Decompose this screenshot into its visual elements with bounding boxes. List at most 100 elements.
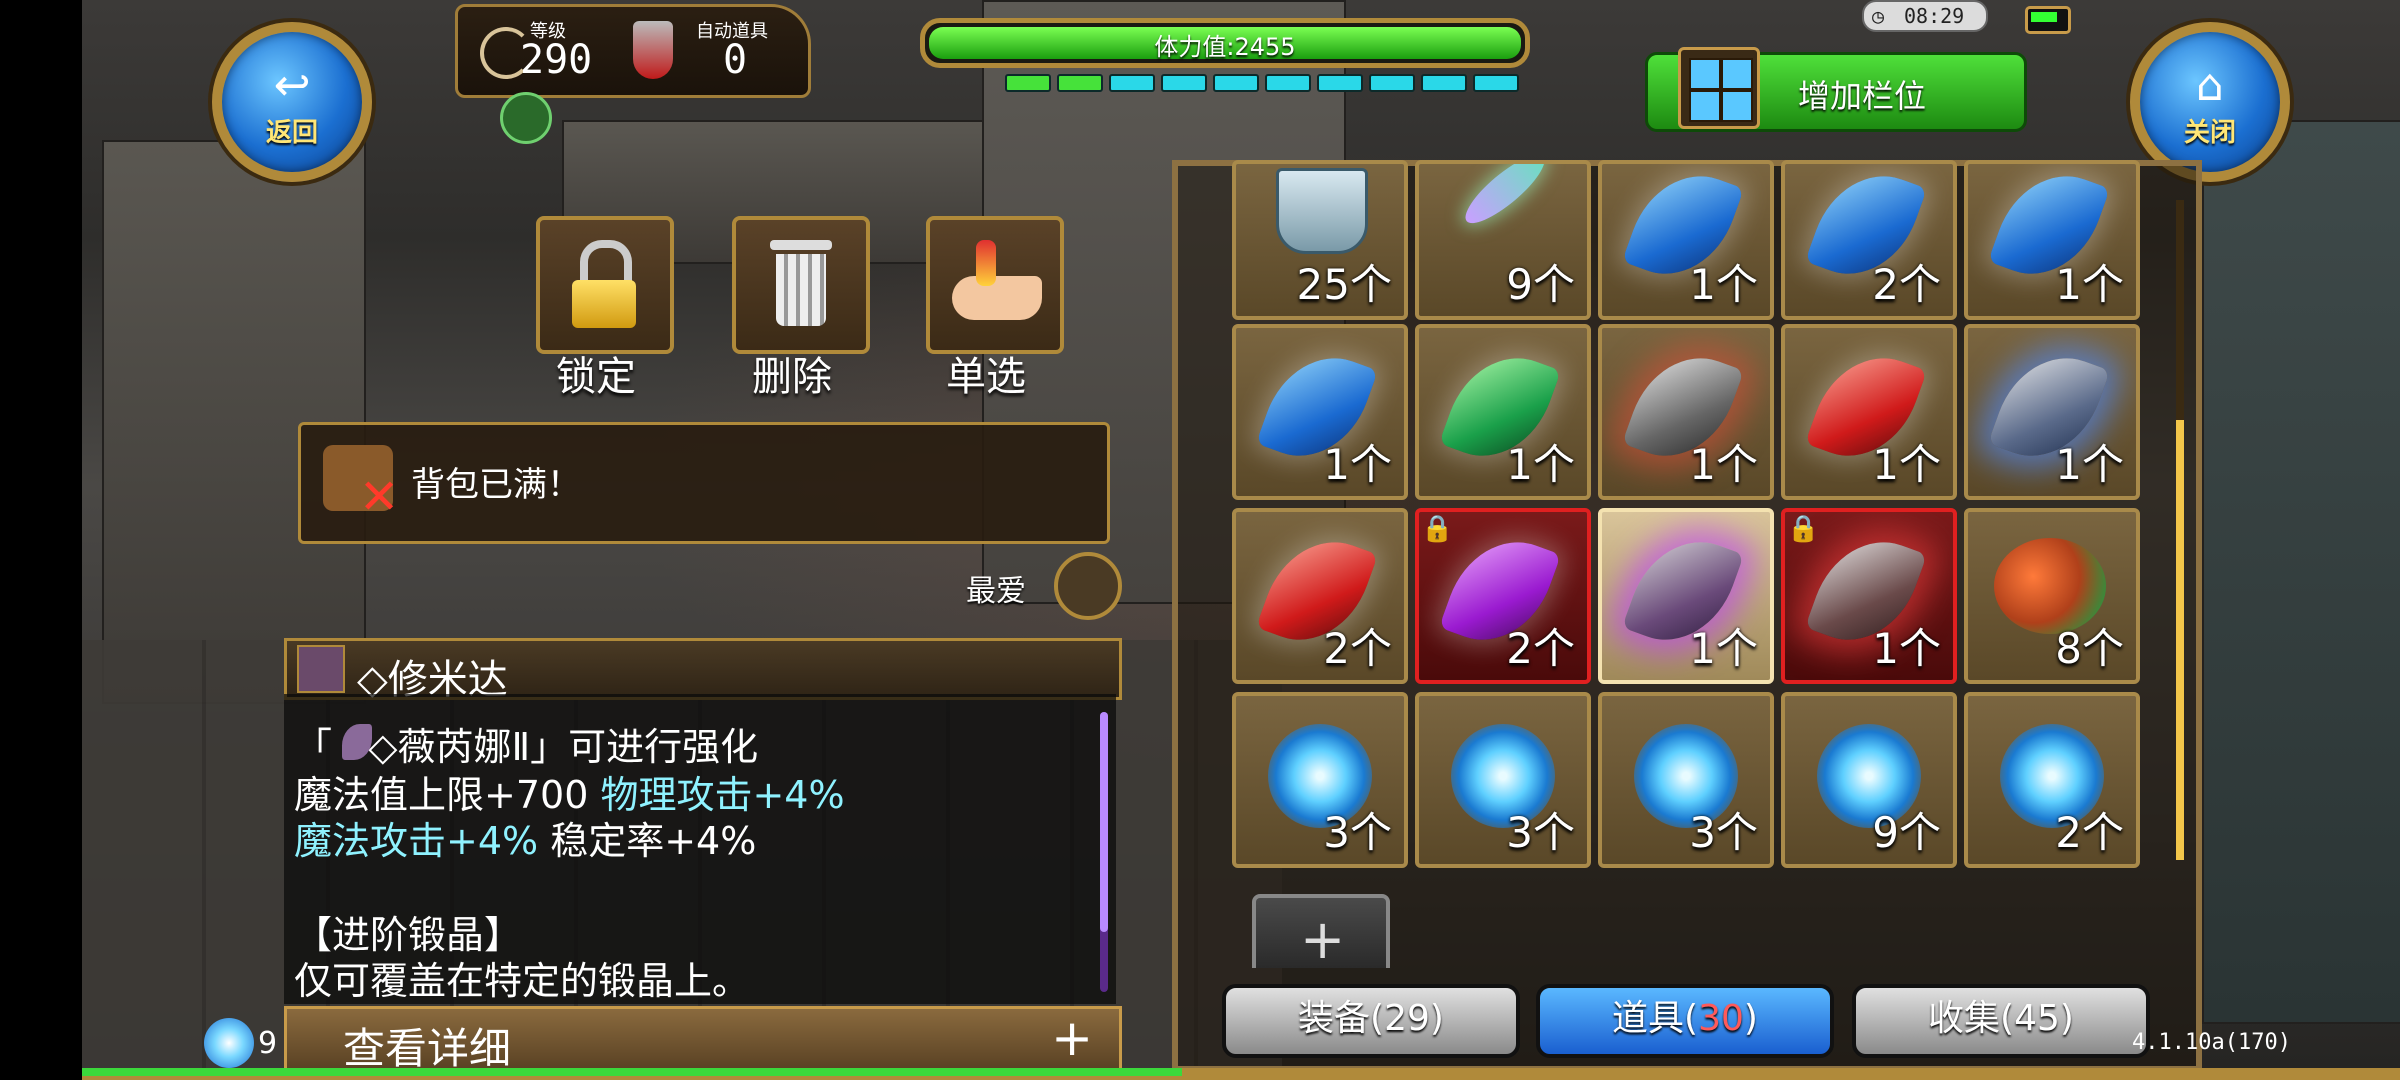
add-slot-button[interactable]: 增加栏位 [1645, 47, 2027, 132]
item-count: 3个 [1323, 808, 1392, 857]
inventory-slot[interactable]: 3个 [1232, 692, 1408, 868]
inventory-slot[interactable]: 1个 [1964, 160, 2140, 320]
inventory-slot[interactable]: 9个 [1781, 692, 1957, 868]
item-count: 2个 [1872, 260, 1941, 309]
single-select-button[interactable] [926, 216, 1064, 354]
inventory-slot[interactable]: 8个 [1964, 508, 2140, 684]
lock-icon: 🔒 [1421, 514, 1454, 544]
item-count: 1个 [1689, 624, 1758, 673]
item-count: 9个 [1506, 260, 1575, 309]
close-label: 关闭 [2183, 118, 2236, 148]
item-count: 25个 [1296, 260, 1392, 309]
message-box: ✕ 背包已满！ [298, 422, 1110, 544]
item-count: 1个 [1323, 440, 1392, 489]
bag-full-icon: ✕ [323, 445, 399, 525]
desc-line-5: 仅可覆盖在特定的锻晶上。 [294, 959, 751, 1003]
stamina-bar: 体力值:2455 [920, 18, 1530, 68]
grid-plus-icon [1678, 47, 1760, 129]
item-count: 8个 [2055, 624, 2124, 673]
item-count: 1个 [1872, 440, 1941, 489]
bucket-icon [1276, 168, 1368, 254]
tab-collection[interactable]: 收集(45) [1852, 984, 2150, 1058]
add-row-button[interactable]: + [1252, 894, 1390, 971]
item-count: 1个 [1689, 440, 1758, 489]
close-button[interactable]: ⌂ 关闭 [2130, 22, 2290, 182]
inventory-slot[interactable]: 1个 [1781, 324, 1957, 500]
lock-button[interactable] [536, 216, 674, 354]
energy-segment [1421, 74, 1467, 92]
view-details-label: 查看详细 [343, 1024, 512, 1073]
inventory-slot[interactable]: 3个 [1598, 692, 1774, 868]
exp-bar [82, 1068, 1182, 1076]
bag-status-icon[interactable] [500, 92, 552, 144]
item-count: 9个 [1872, 808, 1941, 857]
item-count: 2个 [1323, 624, 1392, 673]
item-description: 「 ◇薇芮娜Ⅱ」可进行强化 魔法值上限+700 物理攻击+4% 魔法攻击+4% … [284, 694, 1116, 1004]
battery-icon [2025, 6, 2071, 34]
inventory-slot[interactable]: 1个 [1598, 508, 1774, 684]
desc-mag-atk: 魔法攻击+4% [294, 819, 539, 863]
inventory-slot[interactable]: 9个 [1415, 160, 1591, 320]
favorite-label: 最爱 [966, 574, 1026, 609]
item-count: 3个 [1689, 808, 1758, 857]
favorite-toggle[interactable] [1054, 552, 1122, 620]
inventory-slot[interactable]: 1个 [1598, 324, 1774, 500]
hand-icon [952, 276, 1042, 320]
item-crystal-icon [297, 645, 345, 693]
tab-equipment[interactable]: 装备(29) [1222, 984, 1520, 1058]
inventory-slot[interactable]: 2个 [1781, 160, 1957, 320]
inventory-slot[interactable]: 1个 [1598, 160, 1774, 320]
inventory-slot[interactable]: 2个 [1964, 692, 2140, 868]
item-count: 1个 [2055, 260, 2124, 309]
item-count: 2个 [1506, 624, 1575, 673]
energy-segment [1317, 74, 1363, 92]
auto-item-value: 0 [723, 37, 748, 83]
alarm-icon: ◷ [1872, 4, 1885, 28]
tab-items-suffix: ) [1743, 998, 1758, 1039]
lock-label: 锁定 [556, 354, 636, 400]
version-text: 4.1.10a(170) [2132, 1030, 2291, 1055]
level-value: 290 [520, 37, 593, 83]
inventory-slot[interactable]: 1个 [1232, 324, 1408, 500]
back-label: 返回 [265, 118, 318, 148]
message-text: 背包已满！ [411, 465, 581, 505]
tab-items[interactable]: 道具(30) [1536, 984, 1834, 1058]
inventory-slot[interactable]: 🔒 2个 [1415, 508, 1591, 684]
energy-segment [1109, 74, 1155, 92]
inventory-slot[interactable]: 3个 [1415, 692, 1591, 868]
inventory-slot[interactable]: 1个 [1964, 324, 2140, 500]
description-scrollbar[interactable] [1100, 712, 1108, 992]
sword-icon [1457, 164, 1553, 233]
player-status-panel: 等级 290 自动道具 0 [455, 4, 811, 98]
inventory-slot[interactable]: 🔒 1个 [1781, 508, 1957, 684]
inventory-slot[interactable]: 25个 [1232, 160, 1408, 320]
clock-pill: ◷ 08:29 [1862, 0, 1988, 32]
inventory-slot[interactable]: 1个 [1415, 324, 1591, 500]
back-button[interactable]: ↩ 返回 [212, 22, 372, 182]
home-icon: ⌂ [2196, 60, 2224, 111]
inventory-slot[interactable]: 2个 [1232, 508, 1408, 684]
view-details-button[interactable]: 查看详细 + [284, 1006, 1122, 1073]
stamina-text: 体力值:2455 [1154, 33, 1296, 61]
item-count: 2个 [2055, 808, 2124, 857]
expand-plus-icon: + [1051, 1009, 1093, 1067]
item-count: 3个 [1506, 808, 1575, 857]
energy-segment [1265, 74, 1311, 92]
vial-icon [976, 240, 996, 286]
clock-text: 08:29 [1904, 4, 1965, 28]
delete-button[interactable] [732, 216, 870, 354]
inventory-scrollbar[interactable] [2176, 200, 2184, 860]
add-slot-label: 增加栏位 [1798, 77, 1927, 115]
desc-stability: 稳定率+4% [538, 819, 757, 863]
back-arrow-icon: ↩ [273, 60, 311, 111]
lock-icon: 🔒 [1787, 514, 1820, 544]
energy-segment [1057, 74, 1103, 92]
item-count: 1个 [1506, 440, 1575, 489]
item-count: 1个 [1689, 260, 1758, 309]
padlock-icon [572, 240, 636, 328]
tab-items-count: 30 [1698, 998, 1744, 1039]
energy-segment [1161, 74, 1207, 92]
energy-segment [1473, 74, 1519, 92]
delete-label: 删除 [752, 354, 832, 400]
tab-items-prefix: 道具( [1612, 998, 1699, 1039]
